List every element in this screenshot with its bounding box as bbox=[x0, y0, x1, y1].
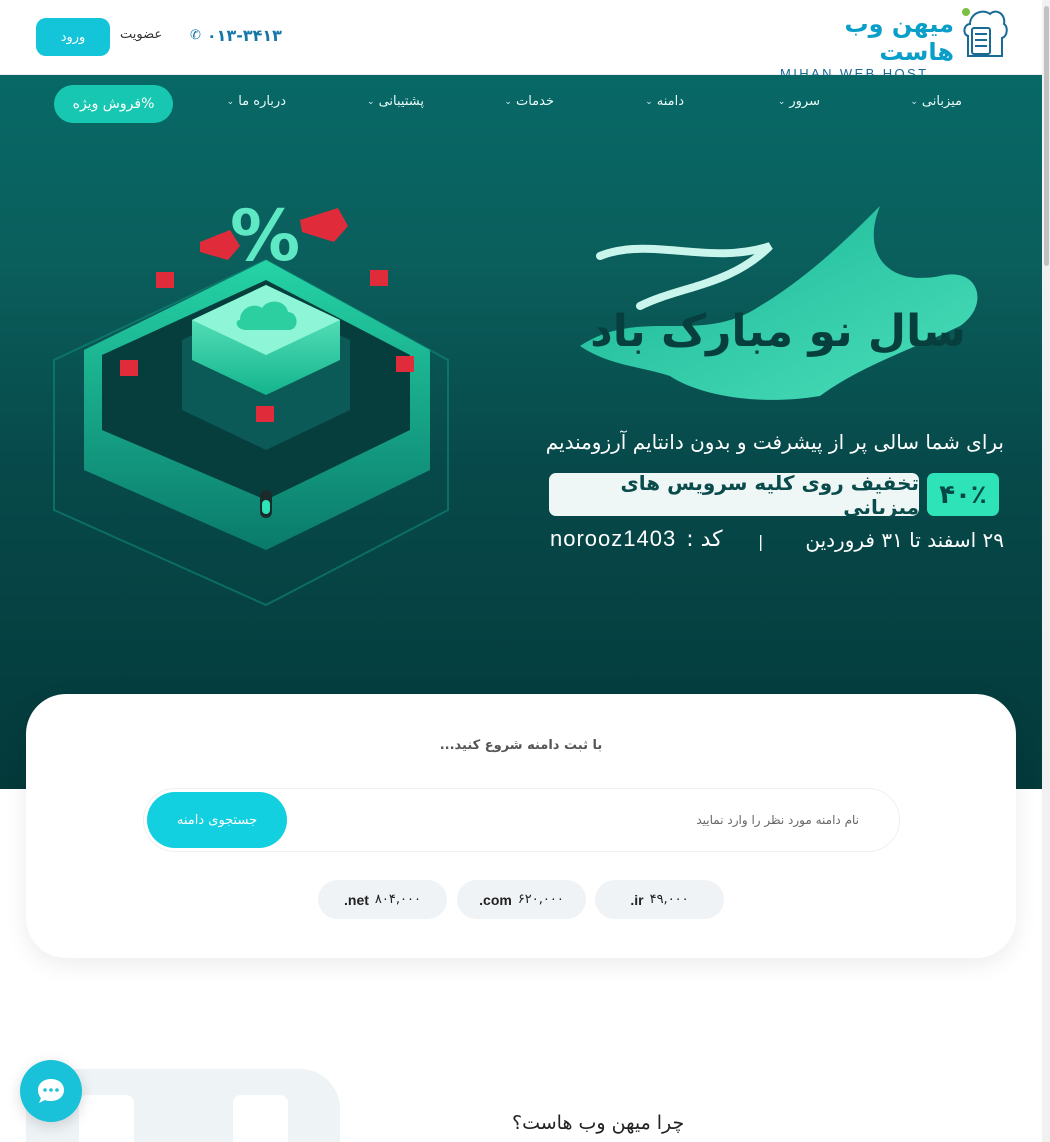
features-graphic-card bbox=[79, 1095, 134, 1142]
calligraphy-text: سال نو مبارک باد bbox=[590, 306, 966, 357]
logo-wordmark: میهن وب هاست MIHAN WEB HOST bbox=[776, 10, 956, 81]
features-graphic-card bbox=[233, 1095, 288, 1142]
nav-about[interactable]: درباره ما ⌄ bbox=[227, 94, 286, 109]
domain-search-card: با ثبت دامنه شروع کنید... جستجوی دامنه .… bbox=[26, 694, 1016, 958]
nav-hosting-label: میزبانی bbox=[921, 94, 962, 109]
promo-code-label: کد : bbox=[686, 526, 723, 552]
nav-server[interactable]: سرور ⌄ bbox=[778, 94, 820, 109]
chat-icon bbox=[38, 1079, 64, 1103]
tld-net[interactable]: .net ۸۰۴,۰۰۰ bbox=[318, 880, 447, 919]
tld-price: ۴۹,۰۰۰ bbox=[649, 892, 689, 907]
phone-icon: ✆ bbox=[190, 28, 201, 43]
logo-persian-text: میهن وب هاست bbox=[844, 10, 956, 66]
promo-dates: ۲۹ اسفند تا ۳۱ فروردین bbox=[805, 528, 1004, 552]
site-logo[interactable]: میهن وب هاست MIHAN WEB HOST bbox=[772, 6, 1008, 81]
nowruz-calligraphy: سال نو مبارک باد bbox=[580, 206, 978, 400]
promo-separator: | bbox=[758, 532, 764, 551]
chevron-down-icon: ⌄ bbox=[645, 96, 653, 107]
cloud-server-icon bbox=[962, 8, 1008, 57]
discount-percent: ۴۰٪ bbox=[927, 473, 999, 516]
tld-ir[interactable]: .ir ۴۹,۰۰۰ bbox=[595, 880, 724, 919]
signup-link[interactable]: عضویت bbox=[120, 27, 162, 42]
scrollbar-thumb[interactable] bbox=[1044, 6, 1049, 266]
server-illustration: % bbox=[53, 195, 449, 607]
tld-price: ۶۲۰,۰۰۰ bbox=[517, 892, 564, 907]
login-button[interactable]: ورود bbox=[36, 18, 110, 56]
nav-services-label: خدمات bbox=[515, 94, 554, 109]
nav-hosting[interactable]: میزبانی ⌄ bbox=[910, 94, 962, 109]
tld-price: ۸۰۴,۰۰۰ bbox=[374, 892, 421, 907]
chevron-down-icon: ⌄ bbox=[910, 96, 918, 107]
nav-about-label: درباره ما bbox=[238, 94, 286, 109]
discount-text: تخفیف روی کلیه سرویس های میزبانی bbox=[549, 471, 919, 519]
nav-domain[interactable]: دامنه ⌄ bbox=[645, 94, 684, 109]
promo-code-value: norooz1403 bbox=[550, 526, 677, 551]
chat-widget-button[interactable] bbox=[20, 1060, 82, 1122]
nav-support[interactable]: پشتیبانی ⌄ bbox=[367, 94, 424, 109]
hero-tagline: برای شما سالی پر از پیشرفت و بدون دانتای… bbox=[545, 430, 1004, 454]
chevron-down-icon: ⌄ bbox=[226, 96, 235, 107]
domain-section-title: با ثبت دامنه شروع کنید... bbox=[439, 738, 603, 753]
phone-number[interactable]: ✆ ۰۱۳-۳۴۱۳ bbox=[190, 26, 282, 45]
special-sale-button[interactable]: فروش ویژه% bbox=[54, 85, 173, 123]
nav-server-label: سرور bbox=[789, 94, 820, 109]
chevron-down-icon: ⌄ bbox=[367, 96, 375, 107]
domain-search-input[interactable] bbox=[299, 789, 859, 851]
nav-services[interactable]: خدمات ⌄ bbox=[504, 94, 554, 109]
tld-name: .ir bbox=[630, 891, 644, 908]
discount-banner: ۴۰٪ تخفیف روی کلیه سرویس های میزبانی bbox=[549, 471, 999, 519]
why-section-title: چرا میهن وب هاست؟ bbox=[512, 1112, 685, 1134]
domain-search-button[interactable]: جستجوی دامنه bbox=[147, 792, 287, 848]
promo-code: کد : norooz1403 bbox=[550, 526, 723, 552]
tld-name: .net bbox=[344, 891, 369, 908]
domain-search-bar: جستجوی دامنه bbox=[143, 788, 900, 852]
nav-domain-label: دامنه bbox=[656, 94, 684, 109]
phone-text: ۰۱۳-۳۴۱۳ bbox=[206, 26, 282, 45]
chevron-down-icon: ⌄ bbox=[777, 96, 786, 107]
chevron-down-icon: ⌄ bbox=[504, 96, 512, 107]
top-header: میهن وب هاست MIHAN WEB HOST ✆ ۰۱۳-۳۴۱۳ ع… bbox=[0, 0, 1042, 81]
nav-support-label: پشتیبانی bbox=[378, 94, 424, 109]
tld-com[interactable]: .com ۶۲۰,۰۰۰ bbox=[457, 880, 586, 919]
tld-name: .com bbox=[479, 891, 512, 908]
percent-symbol: % bbox=[230, 195, 300, 277]
